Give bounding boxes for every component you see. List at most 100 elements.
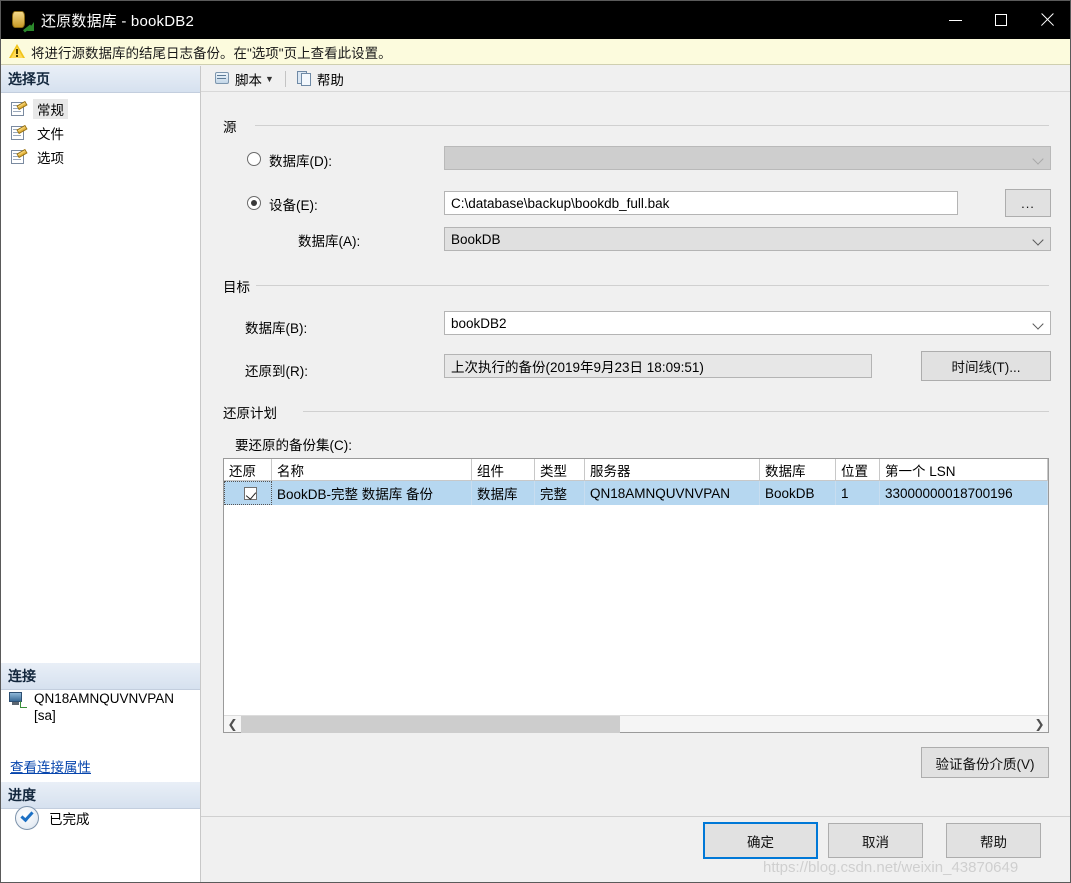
source-database-radio[interactable] bbox=[247, 152, 261, 166]
help-button-label: 帮助 bbox=[980, 834, 1007, 850]
column-header-server[interactable]: 服务器 bbox=[585, 459, 760, 481]
sidebar-item-options[interactable]: 选项 bbox=[1, 145, 200, 169]
cell-server: QN18AMNQUVNVPAN bbox=[585, 481, 760, 505]
sidebar-item-files[interactable]: 文件 bbox=[1, 121, 200, 145]
restore-plan-group: 还原计划 bbox=[223, 402, 1049, 422]
dialog-footer bbox=[201, 816, 1070, 882]
connection-name: QN18AMNQUVNVPAN [sa] bbox=[34, 691, 175, 723]
cancel-button-label: 取消 bbox=[862, 834, 889, 850]
source-group-title: 源 bbox=[223, 116, 243, 136]
title-bar: 还原数据库 - bookDB2 bbox=[1, 1, 1070, 39]
column-header-database[interactable]: 数据库 bbox=[760, 459, 836, 481]
script-button[interactable]: 脚本 ▼ bbox=[209, 67, 279, 91]
restore-to-value: 上次执行的备份(2019年9月23日 18:09:51) bbox=[451, 360, 704, 375]
timeline-button-label: 时间线(T)... bbox=[951, 360, 1021, 375]
scroll-right-icon[interactable]: ❯ bbox=[1031, 716, 1048, 733]
sidebar-item-general[interactable]: 常规 bbox=[1, 97, 200, 121]
close-button[interactable] bbox=[1024, 1, 1070, 39]
target-database-combo[interactable]: bookDB2 bbox=[444, 311, 1051, 335]
cell-type: 完整 bbox=[535, 481, 585, 505]
column-header-restore[interactable]: 还原 bbox=[224, 459, 272, 481]
restore-checkbox[interactable] bbox=[244, 486, 257, 500]
scroll-left-icon[interactable]: ❮ bbox=[224, 716, 241, 733]
column-header-name[interactable]: 名称 bbox=[272, 459, 472, 481]
chevron-down-icon[interactable]: ▼ bbox=[265, 74, 274, 84]
cell-component: 数据库 bbox=[472, 481, 535, 505]
verify-button-label: 验证备份介质(V) bbox=[935, 756, 1035, 772]
verify-backup-media-button[interactable]: 验证备份介质(V) bbox=[921, 747, 1049, 778]
content-toolbar: 脚本 ▼ 帮助 bbox=[201, 66, 1070, 92]
help-label: 帮助 bbox=[316, 72, 344, 88]
browse-device-button[interactable]: ... bbox=[1005, 189, 1051, 217]
main-content: 脚本 ▼ 帮助 源 数据库(D): 设备(E): C:\database\bac… bbox=[201, 66, 1070, 816]
restore-database-icon bbox=[11, 9, 34, 33]
backup-sets-label: 要还原的备份集(C): bbox=[235, 438, 352, 453]
target-group: 目标 bbox=[223, 276, 1049, 296]
ok-button-label: 确定 bbox=[747, 834, 774, 850]
target-database-value: bookDB2 bbox=[451, 315, 507, 331]
grid-header-row: 还原 名称 组件 类型 服务器 数据库 位置 第一个 LSN bbox=[224, 459, 1048, 481]
connection-info: QN18AMNQUVNVPAN [sa] bbox=[1, 686, 200, 724]
timeline-button[interactable]: 时间线(T)... bbox=[921, 351, 1051, 381]
help-footer-button[interactable]: 帮助 bbox=[946, 823, 1041, 858]
table-row[interactable]: BookDB-完整 数据库 备份 数据库 完整 QN18AMNQUVNVPAN … bbox=[224, 481, 1048, 505]
select-page-header: 选择页 bbox=[1, 66, 200, 93]
column-header-position[interactable]: 位置 bbox=[836, 459, 880, 481]
help-button[interactable]: 帮助 bbox=[292, 67, 349, 91]
grid-horizontal-scrollbar[interactable]: ❮ ❯ bbox=[224, 715, 1048, 733]
maximize-button[interactable] bbox=[978, 1, 1024, 39]
target-group-title: 目标 bbox=[223, 276, 256, 296]
source-device-database-combo[interactable]: BookDB bbox=[444, 227, 1051, 251]
source-device-path-input[interactable]: C:\database\backup\bookdb_full.bak bbox=[444, 191, 958, 215]
source-device-radio[interactable] bbox=[247, 196, 261, 210]
page-icon bbox=[11, 124, 28, 140]
backup-sets-grid: 还原 名称 组件 类型 服务器 数据库 位置 第一个 LSN BookDB-完整… bbox=[223, 458, 1049, 733]
source-device-database-label: 数据库(A): bbox=[298, 234, 361, 249]
toolbar-divider bbox=[284, 70, 286, 87]
source-database-label: 数据库(D): bbox=[269, 154, 332, 169]
source-device-path-value: C:\database\backup\bookdb_full.bak bbox=[451, 195, 670, 211]
progress-info: 已完成 bbox=[1, 806, 200, 830]
help-icon bbox=[296, 71, 313, 86]
window-controls bbox=[932, 1, 1070, 39]
restore-plan-group-title: 还原计划 bbox=[223, 402, 283, 422]
page-icon bbox=[11, 148, 28, 164]
restore-to-input: 上次执行的备份(2019年9月23日 18:09:51) bbox=[444, 354, 872, 378]
source-device-database-value: BookDB bbox=[451, 231, 501, 247]
source-database-combo[interactable] bbox=[444, 146, 1051, 170]
cancel-button[interactable]: 取消 bbox=[828, 823, 923, 858]
view-connection-properties-link[interactable]: 查看连接属性 bbox=[10, 756, 91, 776]
source-group: 源 bbox=[223, 116, 1049, 136]
source-device-label: 设备(E): bbox=[269, 198, 318, 213]
sidebar-item-label: 选项 bbox=[37, 151, 64, 166]
sidebar-item-label: 文件 bbox=[37, 127, 64, 142]
minimize-button[interactable] bbox=[932, 1, 978, 39]
scrollbar-track[interactable] bbox=[241, 715, 1031, 733]
cell-name: BookDB-完整 数据库 备份 bbox=[272, 481, 472, 505]
warning-icon bbox=[9, 44, 25, 59]
browse-button-label: ... bbox=[1021, 195, 1035, 211]
scrollbar-thumb[interactable] bbox=[241, 715, 621, 733]
chevron-down-icon bbox=[1034, 236, 1042, 244]
chevron-down-icon bbox=[1034, 320, 1042, 328]
window-title: 还原数据库 - bookDB2 bbox=[41, 12, 195, 30]
warning-text: 将进行源数据库的结尾日志备份。在"选项"页上查看此设置。 bbox=[31, 45, 392, 61]
ok-button[interactable]: 确定 bbox=[703, 822, 818, 859]
cell-restore-checkbox[interactable] bbox=[224, 481, 272, 505]
script-icon bbox=[214, 71, 231, 86]
sidebar-item-label: 常规 bbox=[33, 99, 68, 119]
chevron-down-icon bbox=[1034, 155, 1042, 163]
success-check-icon bbox=[15, 806, 39, 830]
cell-first-lsn: 33000000018700196 bbox=[880, 481, 1048, 505]
script-label: 脚本 bbox=[235, 72, 262, 88]
progress-status: 已完成 bbox=[49, 812, 90, 827]
column-header-first-lsn[interactable]: 第一个 LSN bbox=[880, 459, 1048, 481]
warning-banner: 将进行源数据库的结尾日志备份。在"选项"页上查看此设置。 bbox=[1, 39, 1070, 65]
column-header-type[interactable]: 类型 bbox=[535, 459, 585, 481]
progress-header: 进度 bbox=[1, 782, 200, 809]
target-database-label: 数据库(B): bbox=[245, 321, 308, 336]
column-header-component[interactable]: 组件 bbox=[472, 459, 535, 481]
cell-position: 1 bbox=[836, 481, 880, 505]
server-icon bbox=[9, 692, 27, 708]
sidebar: 选择页 常规 文件 选项 连接 QN18AMNQUVNVPAN [sa] 查看连… bbox=[1, 66, 201, 882]
